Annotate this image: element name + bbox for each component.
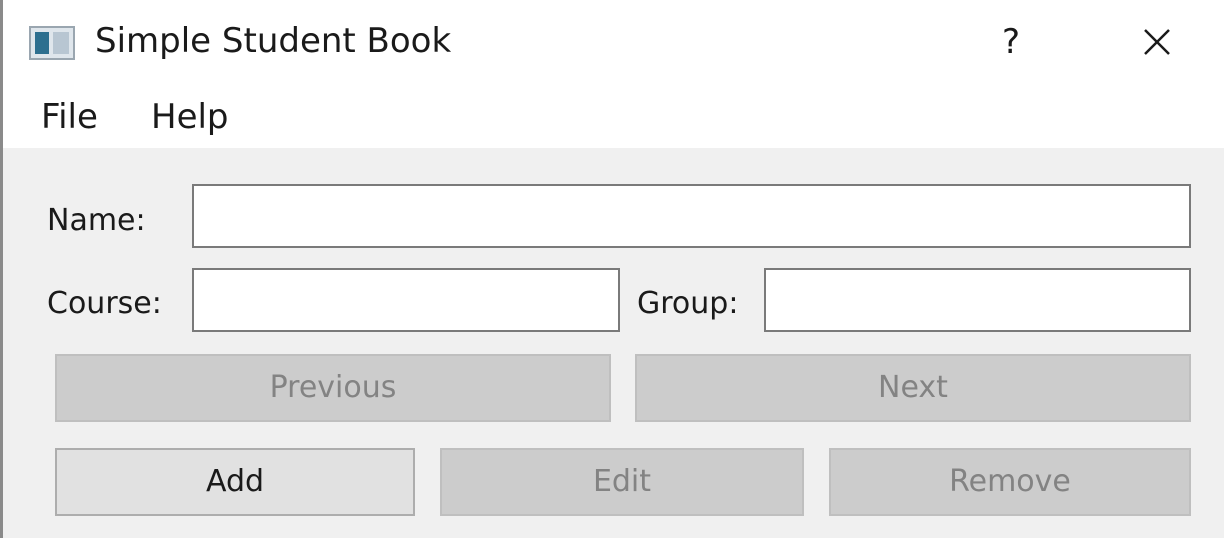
group-input[interactable] xyxy=(764,268,1191,332)
menu-bar: File Help xyxy=(3,86,1224,148)
course-input[interactable] xyxy=(192,268,620,332)
app-icon xyxy=(29,26,75,60)
main-window: Simple Student Book ? File Help Name: Co… xyxy=(0,0,1224,538)
edit-button[interactable]: Edit xyxy=(440,448,804,516)
menu-item-help[interactable]: Help xyxy=(151,86,229,148)
menu-item-file[interactable]: File xyxy=(41,86,98,148)
name-input[interactable] xyxy=(192,184,1191,248)
previous-button[interactable]: Previous xyxy=(55,354,611,422)
name-label: Name: xyxy=(47,203,146,238)
form-panel: Name: Course: Group: Previous Next Add E… xyxy=(3,148,1224,538)
close-icon[interactable] xyxy=(1127,14,1187,70)
help-button[interactable]: ? xyxy=(981,14,1041,70)
group-label: Group: xyxy=(637,286,739,321)
window-title: Simple Student Book xyxy=(95,21,452,61)
title-bar[interactable]: Simple Student Book ? xyxy=(3,0,1224,86)
add-button[interactable]: Add xyxy=(55,448,415,516)
remove-button[interactable]: Remove xyxy=(829,448,1191,516)
course-label: Course: xyxy=(47,286,162,321)
next-button[interactable]: Next xyxy=(635,354,1191,422)
